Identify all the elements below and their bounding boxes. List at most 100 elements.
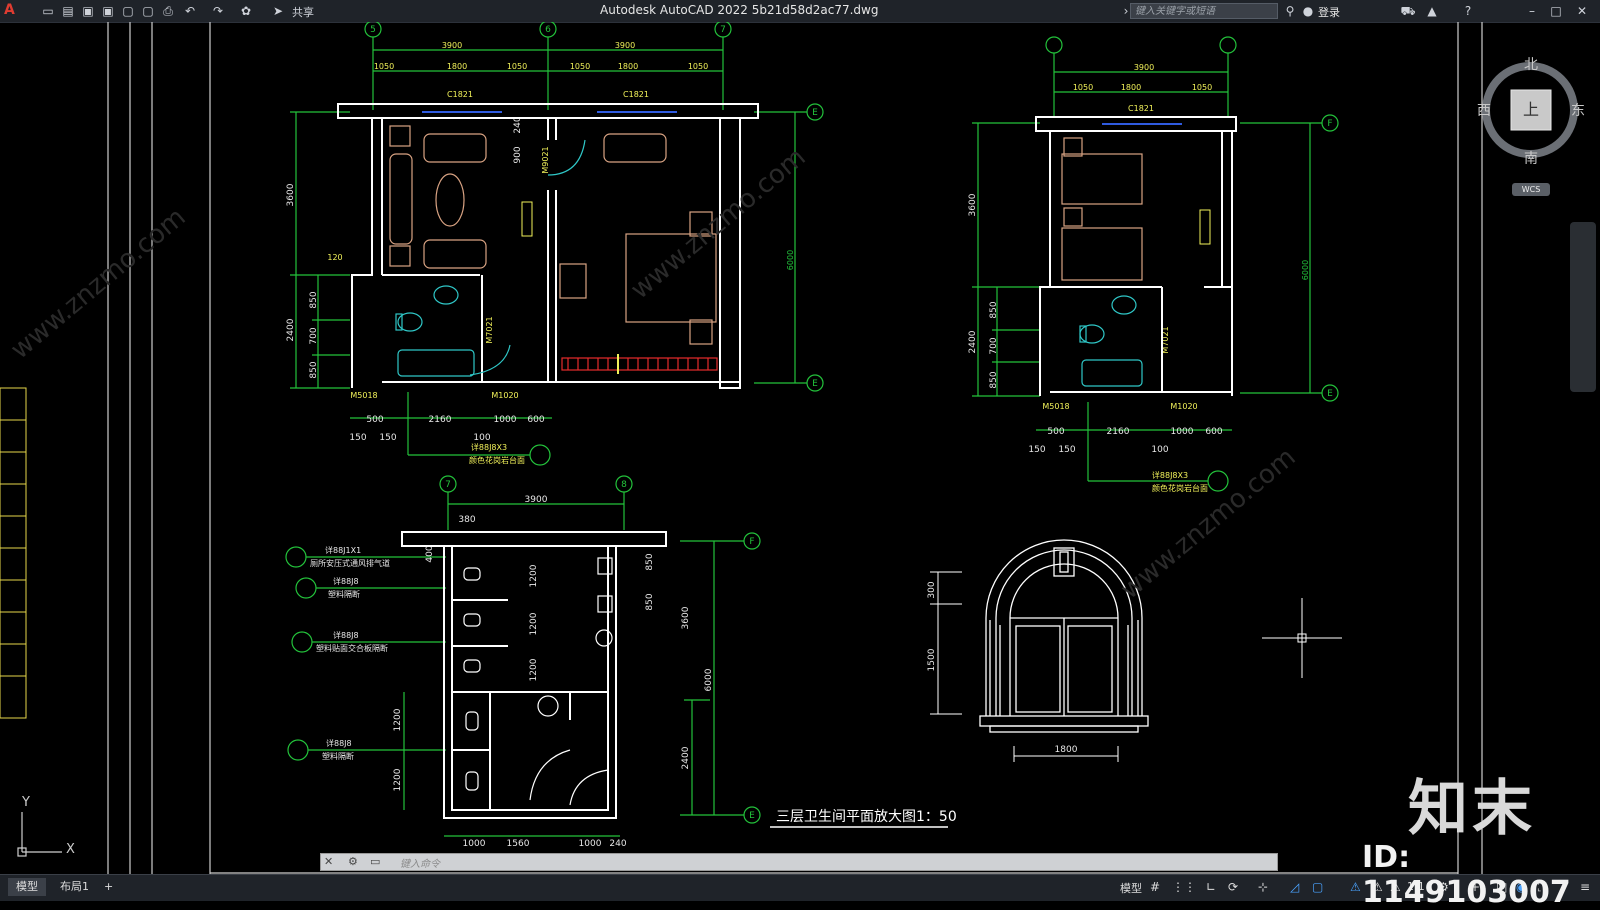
redo-icon[interactable]: ↷ [210,3,226,19]
door-label: M1020 [1170,402,1197,411]
ucs-dynamic-icon[interactable]: ▢ [1312,880,1323,894]
dim-text: 850 [309,361,319,378]
window-title: Autodesk AutoCAD 2022 5b21d58d2ac77.dwg [600,3,879,17]
snap-icon[interactable]: ⋮⋮ [1172,880,1196,894]
note-text: 详88J8 [333,630,359,640]
isodraft-icon[interactable]: ◿ [1290,880,1299,894]
share-icon[interactable]: ➤ [270,3,286,19]
save-as-icon[interactable]: ▣ [100,3,116,19]
dim-text: 3900 [442,41,462,50]
autocad-logo-icon[interactable]: A [4,2,15,18]
door-label: M1020 [491,391,518,400]
dim-text: 850 [989,371,999,388]
watermark-site: www.znzmo.com www.znzmo.com www.znzmo.co… [5,142,1301,605]
dim-text: 2160 [429,415,452,425]
command-input[interactable]: 键入命令 [400,855,440,870]
grid-label: 8 [621,480,627,490]
dim-text: 2160 [1107,427,1130,437]
osnap-icon[interactable]: ⊹ [1258,880,1268,894]
door-label: M9021 [541,146,550,173]
dim-text: 1050 [374,62,394,71]
dim-text: 2400 [968,330,978,353]
customize-icon[interactable]: ⚙ [348,855,358,868]
grid-icon[interactable]: # [1150,880,1160,894]
dim-text: 1200 [393,708,403,731]
wcs-menu[interactable]: WCS [1512,183,1550,196]
grid-label: 7 [720,25,726,35]
help-icon[interactable]: ? [1460,3,1476,19]
autodesk-a360-icon[interactable]: ▲ [1424,3,1440,19]
compass-east: 东 [1571,103,1585,119]
dim-text: 1050 [688,62,708,71]
svg-text:www.znzmo.com: www.znzmo.com [5,202,191,365]
cart-icon[interactable]: ⛟ [1400,3,1416,19]
note-text: 详88J8X3 [1152,470,1188,480]
dim-text: 300 [927,581,937,598]
dim-text: 850 [645,593,655,610]
watermark-logo: 知末 [1408,774,1536,844]
dim-text: 1050 [1192,83,1212,92]
user-icon[interactable]: ● [1300,3,1316,19]
dim-text: 1000 [579,839,602,849]
open-folder-icon[interactable]: ▤ [60,3,76,19]
dim-text: 850 [645,553,655,570]
compass-south: 南 [1524,151,1538,167]
minimize-icon[interactable]: – [1524,3,1540,19]
add-layout-button[interactable]: + [96,878,121,896]
dim-text: 3600 [286,183,296,206]
dim-text: 100 [1151,445,1168,455]
drawing-canvas[interactable]: 5 6 7 E E 3900 3900 1050 1800 1050 1050 … [0,22,1600,874]
title-bar: A ▭ ▤ ▣ ▣ ▢ ▢ ⎙ ↶ ↷ ✿ ➤ 共享 Autodesk Auto… [0,0,1600,23]
dim-text: 100 [473,433,490,443]
drawing-title: 三层卫生间平面放大图 [776,809,916,825]
dim-text: 500 [1047,427,1064,437]
dim-text: 1000 [1171,427,1194,437]
dim-text: 1800 [1121,83,1141,92]
save-web-icon[interactable]: ▢ [140,3,156,19]
dim-text: 240 [609,839,626,849]
dim-text: 900 [513,146,523,163]
plot-icon[interactable]: ⎙ [160,3,176,19]
login-button[interactable]: 登录 [1318,4,1340,20]
search-input[interactable]: 键入关键字或短语 [1130,3,1278,19]
svg-text:www.znzmo.com: www.znzmo.com [625,142,811,305]
close-icon[interactable]: ✕ [1574,3,1590,19]
dim-text: 3900 [525,495,548,505]
dim-text: 500 [366,415,383,425]
workspace-icon[interactable]: ✿ [238,3,254,19]
window-elevation [979,539,1149,733]
open-web-icon[interactable]: ▢ [120,3,136,19]
annotation-visibility-icon[interactable]: ⚠ [1350,880,1361,894]
note-text: 塑料隔断 [328,589,360,599]
grid-label: E [1327,389,1333,399]
ucs-x-label: X [66,842,75,857]
undo-icon[interactable]: ↶ [182,3,198,19]
dim-text: 600 [1205,427,1222,437]
polar-icon[interactable]: ⟳ [1228,880,1238,894]
window-label: C1821 [1128,104,1154,113]
ortho-icon[interactable]: ∟ [1206,880,1216,894]
grid-label: 7 [445,480,451,490]
grid-label: E [812,108,818,118]
grid-label: 6 [545,25,551,35]
compass-west: 西 [1477,103,1491,119]
model-space-button[interactable]: 模型 [1120,880,1142,896]
save-icon[interactable]: ▣ [80,3,96,19]
share-button[interactable]: 共享 [292,4,314,20]
dim-text: 400 [425,545,435,562]
new-file-icon[interactable]: ▭ [40,3,56,19]
navigation-bar[interactable] [1570,222,1596,392]
tab-model[interactable]: 模型 [8,878,46,896]
dim-text: 150 [379,433,396,443]
title-block-strip [0,387,27,719]
maximize-icon[interactable]: □ [1548,3,1564,19]
command-line[interactable] [320,853,1278,871]
search-icon[interactable]: ⚲ [1282,3,1298,19]
dim-text: 6000 [1301,260,1310,280]
grid-label: E [749,811,755,821]
window-label: C1821 [447,90,473,99]
tab-layout1[interactable]: 布局1 [52,878,97,896]
note-text: 详88J8X3 [471,442,507,452]
close-command-icon[interactable]: ✕ [324,855,333,868]
command-history-icon[interactable]: ▭ [370,855,380,868]
